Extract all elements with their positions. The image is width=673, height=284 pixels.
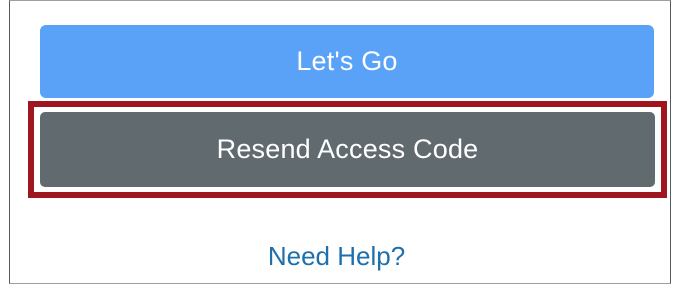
resend-access-code-button[interactable]: Resend Access Code bbox=[40, 112, 655, 187]
need-help-link[interactable]: Need Help? bbox=[268, 241, 405, 272]
lets-go-button[interactable]: Let's Go bbox=[40, 25, 654, 98]
